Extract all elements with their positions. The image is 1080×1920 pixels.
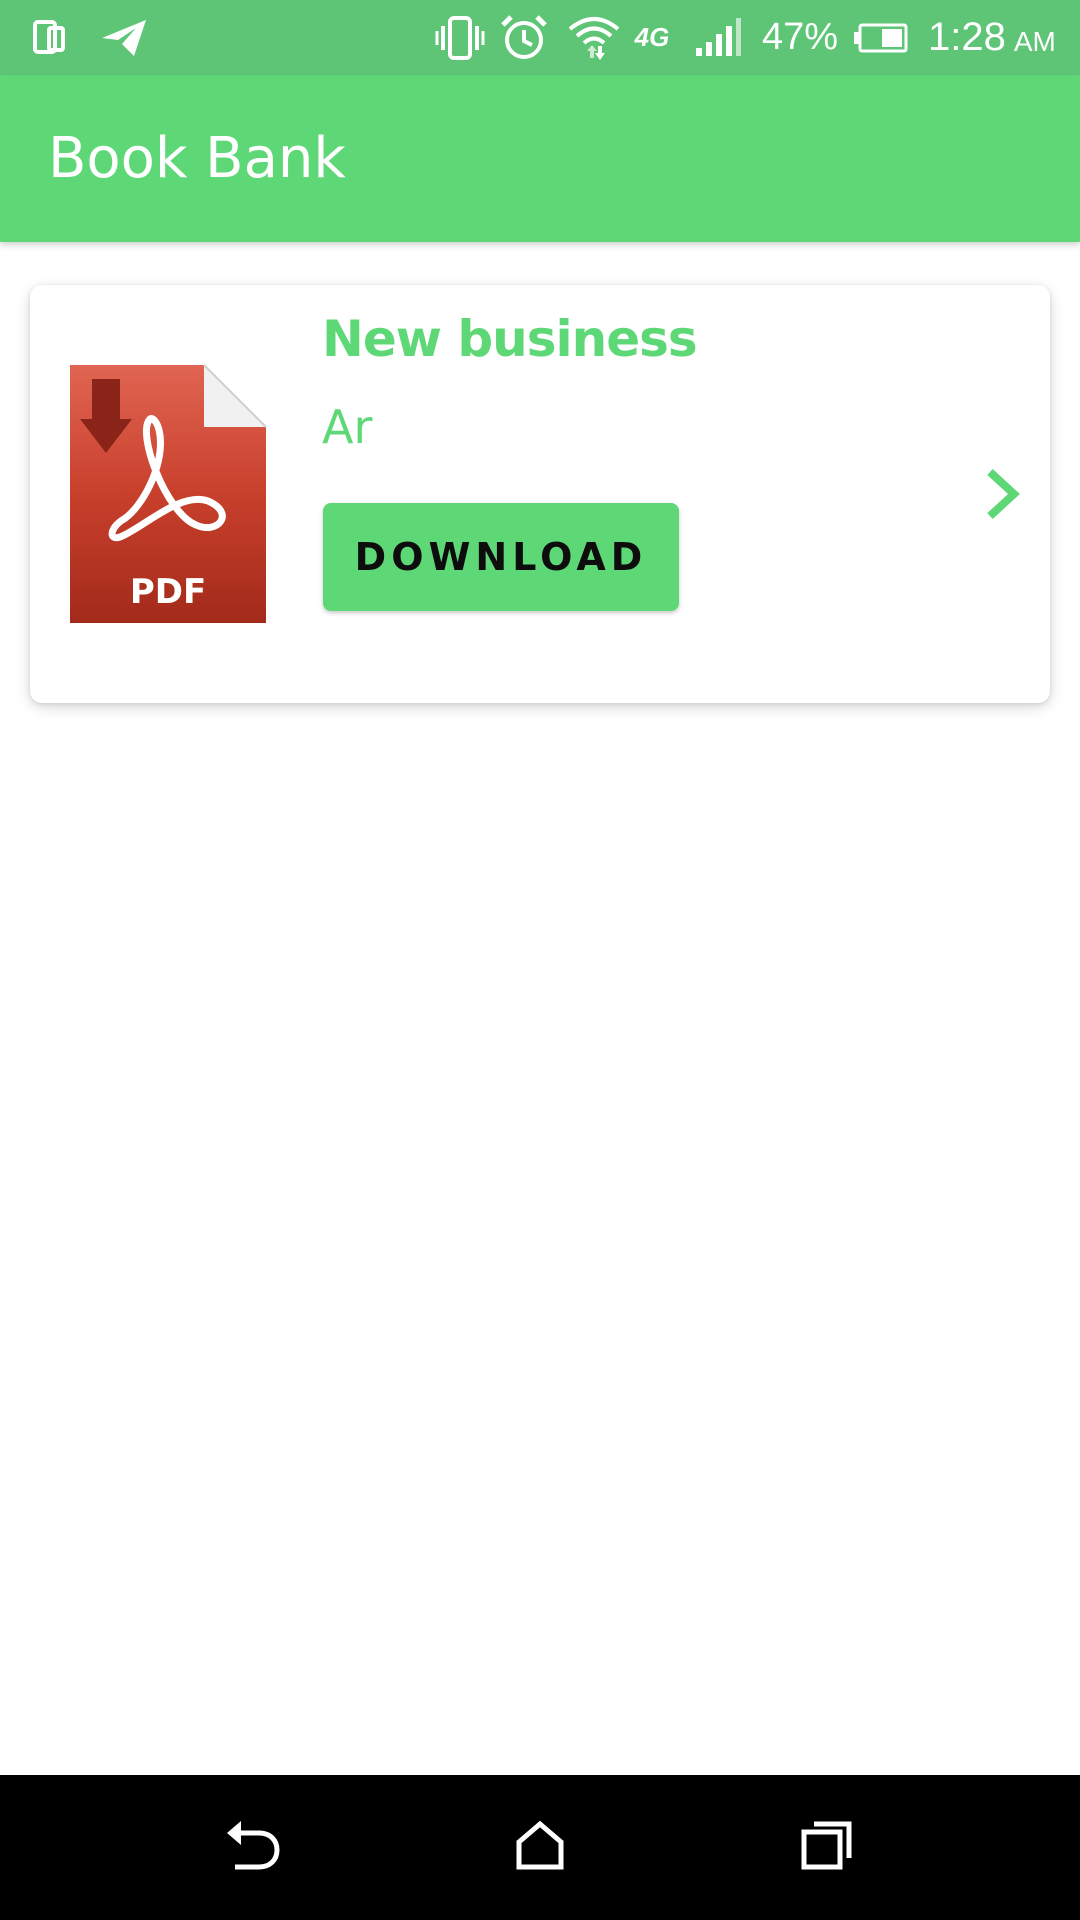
- clock: 1:28 AM: [928, 0, 1068, 75]
- recents-button[interactable]: [752, 1775, 902, 1920]
- book-author: Ar: [322, 400, 373, 454]
- alarm-icon: [498, 0, 550, 75]
- download-button[interactable]: DOWNLOAD: [323, 503, 679, 611]
- battery-percent: 47%: [761, 16, 839, 58]
- app-title: Book Bank: [48, 126, 346, 191]
- pdf-file-icon: PDF: [68, 363, 268, 625]
- vibrate-icon: [434, 0, 486, 75]
- back-button[interactable]: [178, 1775, 328, 1920]
- navigation-bar: [0, 1775, 1080, 1920]
- network-type: 4G: [634, 22, 670, 52]
- chevron-right-icon[interactable]: [982, 466, 1022, 522]
- home-icon: [515, 1820, 565, 1875]
- back-icon: [225, 1819, 281, 1876]
- clock-ampm: AM: [1013, 25, 1056, 57]
- app-bar: Book Bank: [0, 75, 1080, 242]
- home-button[interactable]: [465, 1775, 615, 1920]
- wifi-icon: [566, 0, 622, 75]
- book-title: New business: [322, 310, 698, 368]
- download-button-label: DOWNLOAD: [354, 535, 648, 579]
- status-bar: 4G 47% 1:28 AM: [0, 0, 1080, 75]
- book-card[interactable]: PDF New business Ar DOWNLOAD: [30, 285, 1050, 703]
- pdf-label: PDF: [130, 572, 206, 612]
- clock-time: 1:28: [928, 15, 1006, 59]
- signal-icon: [692, 0, 744, 75]
- battery-icon: [850, 0, 912, 75]
- telegram-icon: [98, 0, 150, 75]
- dual-sim-icon: [28, 0, 74, 75]
- recents-icon: [801, 1820, 853, 1875]
